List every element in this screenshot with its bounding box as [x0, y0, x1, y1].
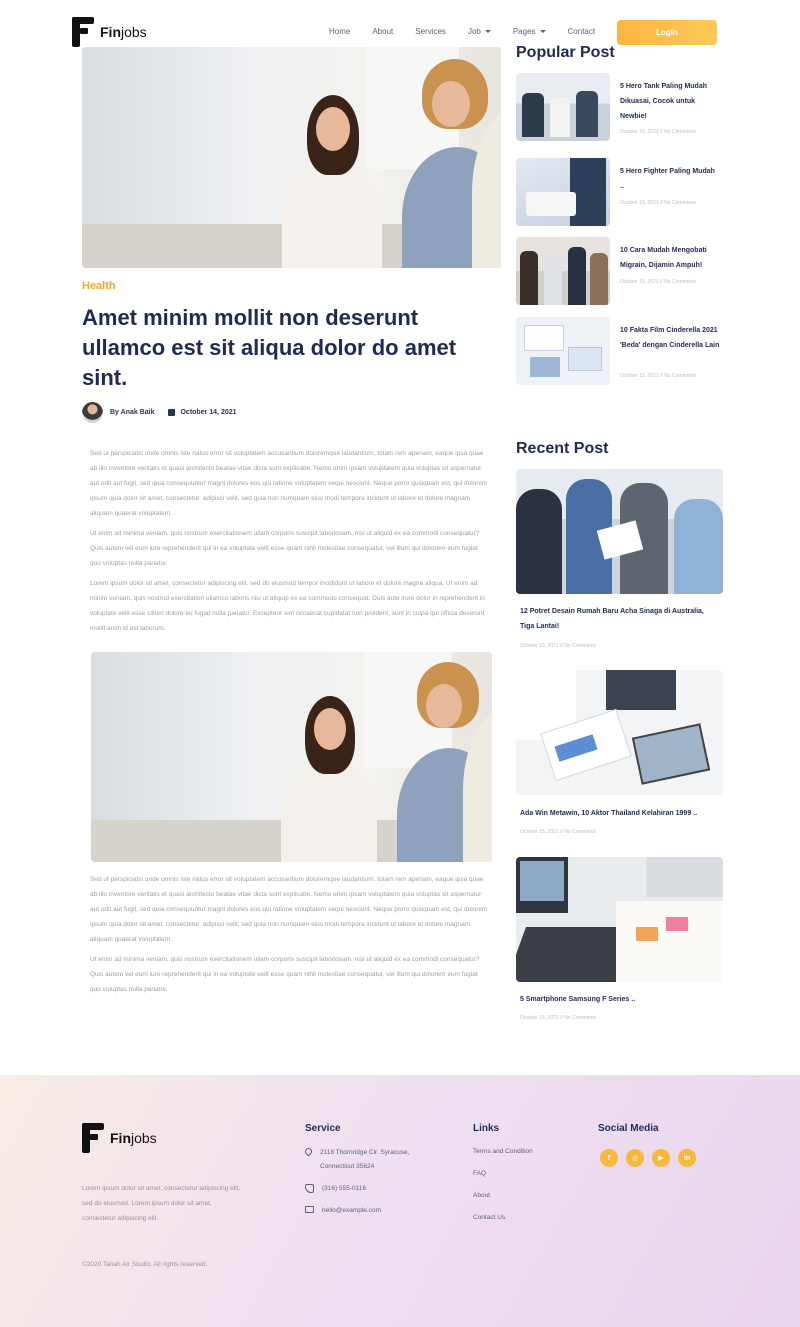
footer-social-heading: Social Media: [598, 1123, 659, 1134]
popular-post-item[interactable]: 10 Fakta Film Cinderella 2021 'Beda' den…: [516, 317, 726, 387]
article-hero-image: [82, 47, 501, 268]
post-title[interactable]: 10 Cara Mudah Mengobati Migrain, Dijamin…: [620, 243, 720, 273]
footer-email[interactable]: hello@example.com: [305, 1204, 381, 1218]
logo-mark-icon: [72, 17, 94, 47]
avatar: [82, 402, 103, 423]
article-inline-image: [91, 652, 492, 862]
post-title[interactable]: 5 Hero Fighter Paling Mudah ..: [620, 164, 720, 194]
article-date: October 14, 2021: [180, 409, 237, 416]
recent-post-title[interactable]: Ada Win Metawin, 10 Aktor Thailand Kelah…: [520, 806, 720, 821]
brand-name: Finjobs: [110, 1130, 157, 1146]
article-category[interactable]: Health: [82, 280, 116, 292]
social-links: f ◎ ▶ in: [600, 1149, 696, 1167]
brand-logo[interactable]: Finjobs: [72, 17, 147, 47]
article-paragraph: Ut enim ad minima veniam, quis nostrum e…: [90, 530, 480, 567]
article-paragraph: Sed ut perspiciatis unde omnis iste natu…: [90, 876, 488, 943]
site-footer: Finjobs Lorem ipsum dolor sit amet, cons…: [0, 1075, 800, 1327]
article-title: Amet minim mollit non deserunt ullamco e…: [82, 305, 457, 390]
calendar-icon: [168, 409, 176, 416]
footer-description: Lorem ipsum dolor sit amet, consectetur …: [82, 1185, 241, 1222]
login-button[interactable]: Login: [617, 20, 717, 45]
footer-copyright: ©2020 Tanah Air Studio. All rights reser…: [82, 1261, 208, 1268]
nav-item-pages[interactable]: Pages: [513, 27, 546, 36]
recent-post-meta: October 15, 2021 // No Comments: [520, 1015, 597, 1021]
post-thumbnail: [516, 317, 610, 385]
brand-name: Finjobs: [100, 24, 147, 40]
post-thumbnail: [516, 237, 610, 305]
article-meta: By Anak Baik October 14, 2021: [82, 402, 237, 423]
post-title[interactable]: 5 Hero Tank Paling Mudah Dikuasai, Cocok…: [620, 79, 720, 124]
article-paragraph: Lorem ipsum dolor sit amet, consectetur …: [90, 580, 485, 632]
footer-link-about[interactable]: About: [473, 1192, 490, 1199]
instagram-icon[interactable]: ◎: [626, 1149, 644, 1167]
footer-link-terms[interactable]: Terms and Condition: [473, 1148, 533, 1155]
popular-post-item[interactable]: 5 Hero Fighter Paling Mudah .. October 1…: [516, 158, 726, 228]
recent-post-image[interactable]: [516, 469, 723, 594]
article-paragraph: Ut enim ad minima veniam, quis nostrum e…: [90, 956, 480, 993]
facebook-icon[interactable]: f: [600, 1149, 618, 1167]
recent-post-meta: October 15, 2021 // No Comments: [520, 829, 597, 835]
post-meta: October 15, 2021 // No Comments: [620, 373, 697, 379]
footer-phone[interactable]: (316) 555-0116: [305, 1182, 366, 1196]
main-nav: Home About Services Job Pages Contact: [329, 27, 617, 36]
youtube-icon[interactable]: ▶: [652, 1149, 670, 1167]
nav-item-services[interactable]: Services: [415, 27, 446, 36]
post-thumbnail: [516, 158, 610, 226]
linkedin-icon[interactable]: in: [678, 1149, 696, 1167]
footer-logo[interactable]: Finjobs: [82, 1123, 157, 1153]
footer-links-heading: Links: [473, 1123, 500, 1134]
nav-item-home[interactable]: Home: [329, 27, 350, 36]
mail-icon: [305, 1206, 314, 1213]
popular-post-heading: Popular Post: [516, 44, 615, 61]
popular-post-item[interactable]: 5 Hero Tank Paling Mudah Dikuasai, Cocok…: [516, 73, 726, 143]
popular-post-item[interactable]: 10 Cara Mudah Mengobati Migrain, Dijamin…: [516, 237, 726, 307]
recent-post-title[interactable]: 12 Potret Desain Rumah Baru Acha Sinaga …: [520, 604, 720, 634]
recent-post-image[interactable]: [516, 670, 723, 795]
location-pin-icon: [303, 1146, 314, 1157]
nav-item-contact[interactable]: Contact: [568, 27, 596, 36]
phone-icon: [305, 1184, 314, 1193]
chevron-down-icon: [539, 30, 546, 33]
recent-post-heading: Recent Post: [516, 440, 609, 457]
post-meta: October 15, 2021 // No Comments: [620, 279, 697, 285]
recent-post-image[interactable]: [516, 857, 723, 982]
nav-item-about[interactable]: About: [372, 27, 393, 36]
nav-item-job[interactable]: Job: [468, 27, 491, 36]
footer-service-heading: Service: [305, 1123, 341, 1134]
footer-link-faq[interactable]: FAQ: [473, 1170, 486, 1177]
article-paragraph: Sed ut perspiciatis unde omnis iste natu…: [90, 450, 488, 517]
footer-address: 2118 Thornridge Cir. Syracuse, Connectic…: [303, 1146, 435, 1174]
post-meta: October 15, 2021 // No Comments: [620, 129, 697, 135]
recent-post-meta: October 15, 2021 // No Comments: [520, 643, 597, 649]
recent-post-title[interactable]: 5 Smartphone Samsung F Series ..: [520, 992, 720, 1007]
footer-link-contact[interactable]: Contact Us: [473, 1214, 505, 1221]
post-meta: October 15, 2021 // No Comments: [620, 200, 697, 206]
article-author[interactable]: By Anak Baik: [110, 409, 154, 416]
post-thumbnail: [516, 73, 610, 141]
logo-mark-icon: [82, 1123, 104, 1153]
post-title[interactable]: 10 Fakta Film Cinderella 2021 'Beda' den…: [620, 323, 720, 353]
chevron-down-icon: [484, 30, 491, 33]
